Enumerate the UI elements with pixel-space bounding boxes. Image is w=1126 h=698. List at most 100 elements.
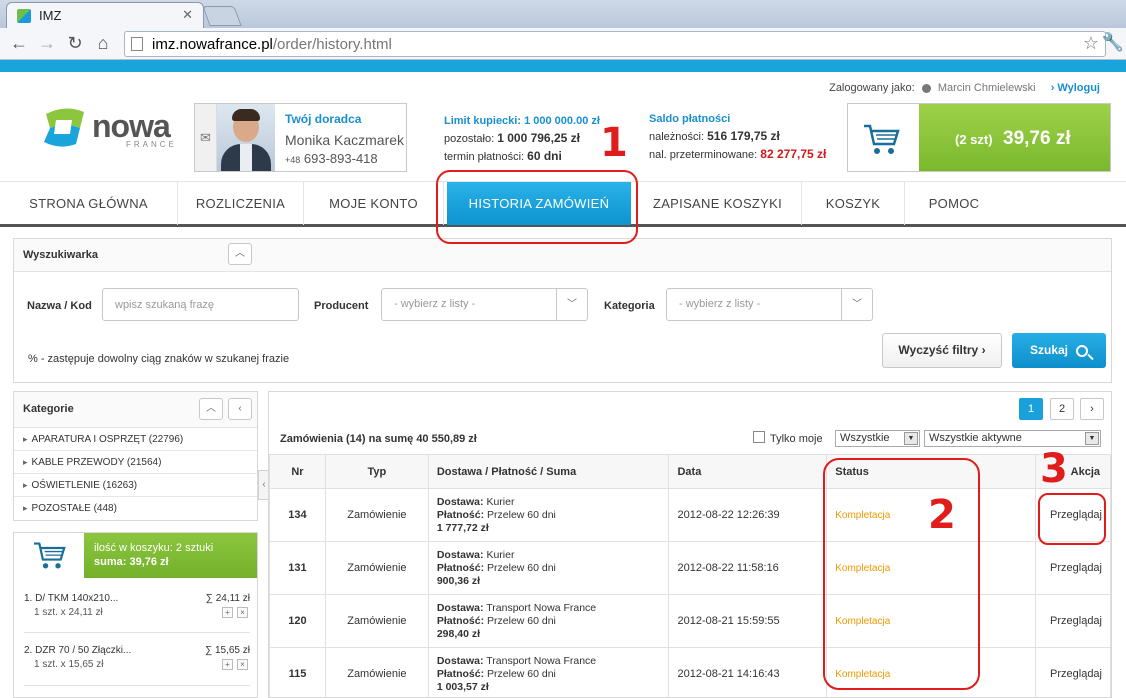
term-value: 60 dni xyxy=(527,149,562,163)
username: Marcin Chmielewski xyxy=(937,82,1036,94)
reload-icon[interactable]: ↻ xyxy=(64,32,86,54)
advisor-phone: +48 693-893-418 xyxy=(285,151,378,166)
order-number: 115 xyxy=(269,647,326,697)
page-icon xyxy=(131,37,143,51)
chevron-down-icon: ﹀ xyxy=(556,289,587,320)
credit-limit-info: Limit kupiecki: 1 000 000.00 zł pozostał… xyxy=(444,113,600,166)
category-item[interactable]: ▸ POZOSTAŁE (448) xyxy=(14,497,257,520)
logout-link[interactable]: › Wyloguj xyxy=(1051,82,1100,94)
search-button[interactable]: Szukaj xyxy=(1012,333,1106,368)
divider xyxy=(24,685,250,686)
category-item[interactable]: ▸ OŚWIETLENIE (16263) xyxy=(14,474,257,497)
categories-title: Kategorie xyxy=(23,403,74,415)
cart-line-item: 2. DZR 70 / 50 Złączki... ∑ 15,65 zł 1 s… xyxy=(24,645,250,670)
user-info: Zalogowany jako: Marcin Chmielewski › Wy… xyxy=(829,82,1100,94)
edit-item-icon[interactable]: + xyxy=(222,607,233,618)
limit-title: Limit kupiecki: xyxy=(444,115,522,127)
annotation-box-2 xyxy=(823,458,980,690)
cart-item-name[interactable]: 1. D/ TKM 140x210... xyxy=(24,593,118,604)
advisor-card: ✉ Twój doradca Monika Kaczmarek +48 693-… xyxy=(194,103,407,172)
column-header[interactable]: Data xyxy=(668,454,828,489)
mail-icon[interactable]: ✉ xyxy=(195,104,217,171)
edit-item-icon[interactable]: + xyxy=(222,659,233,670)
nav-home[interactable]: STRONA GŁÓWNA xyxy=(0,182,178,225)
categories-panel: Kategorie ︿ ‹ ▸ APARATURA I OSPRZĘT (2279… xyxy=(13,391,270,521)
browser-tab[interactable]: IMZ ✕ xyxy=(6,2,204,28)
collapse-categories-button[interactable]: ︿ xyxy=(199,398,223,420)
cart-item-name[interactable]: 2. DZR 70 / 50 Złączki... xyxy=(24,645,131,656)
order-date: 2012-08-21 15:59:55 xyxy=(668,594,828,648)
header-cart-button[interactable]: (2 szt) 39,76 zł xyxy=(847,103,1111,172)
address-bar[interactable]: imz.nowafrance.pl/order/history.html ☆ xyxy=(124,31,1106,57)
next-page-button[interactable]: › xyxy=(1080,398,1104,420)
nav-cart[interactable]: KOSZYK xyxy=(802,182,905,225)
name-code-label: Nazwa / Kod xyxy=(27,300,92,312)
receivables-label: należności: xyxy=(649,131,705,143)
forward-arrow-icon[interactable]: → xyxy=(36,32,58,54)
cart-item-qty: 1 szt. x 15,65 zł xyxy=(34,659,104,670)
column-header[interactable]: Dostawa / Płatność / Suma xyxy=(427,454,670,489)
order-delivery-payment: Dostawa: Kurier Płatność: Przelew 60 dni 9… xyxy=(427,541,670,595)
remove-item-icon[interactable]: × xyxy=(237,659,248,670)
nav-my-account[interactable]: MOJE KONTO xyxy=(304,182,444,225)
order-date: 2012-08-22 11:58:16 xyxy=(668,541,828,595)
category-select[interactable]: - wybierz z listy - ﹀ xyxy=(666,288,873,321)
table-row[interactable]: 131 Zamówienie Dostawa: Kurier Płatność: … xyxy=(269,541,1111,595)
search-panel: Wyszukiwarka ︿ Nazwa / Kod wpisz szukaną… xyxy=(13,238,1112,383)
table-row[interactable]: 120 Zamówienie Dostawa: Transport Nowa F… xyxy=(269,594,1111,648)
order-type: Zamówienie xyxy=(324,594,429,648)
status-filter-select[interactable]: Wszystkie aktywne ▼ xyxy=(924,430,1101,447)
wrench-menu-icon[interactable]: 🔧 xyxy=(1102,32,1124,53)
overdue-label: nal. przeterminowane: xyxy=(649,149,758,161)
annotation-number-1: 1 xyxy=(600,120,628,166)
collapse-search-button[interactable]: ︿ xyxy=(228,243,252,265)
nav-saved-carts[interactable]: ZAPISANE KOSZYKI xyxy=(634,182,802,225)
clear-filters-button[interactable]: Wyczyść filtry › xyxy=(882,333,1002,368)
user-icon xyxy=(921,83,931,93)
cart-icon xyxy=(34,542,66,569)
cart-total: 39,76 zł xyxy=(1003,128,1071,149)
orders-panel: 1 2 › Zamówienia (14) na sumę 40 550,89 … xyxy=(268,391,1112,698)
only-mine-checkbox[interactable] xyxy=(753,431,765,443)
orders-summary: Zamówienia (14) na sumę 40 550,89 zł xyxy=(280,433,477,445)
table-row[interactable]: 115 Zamówienie Dostawa: Transport Nowa F… xyxy=(269,647,1111,697)
back-arrow-icon[interactable]: ← xyxy=(8,32,30,54)
nav-settlements[interactable]: ROZLICZENIA xyxy=(178,182,304,225)
category-item[interactable]: ▸ APARATURA I OSPRZĘT (22796) xyxy=(14,428,257,451)
search-panel-title: Wyszukiwarka xyxy=(23,249,99,261)
table-row[interactable]: 134 Zamówienie Dostawa: Kurier Płatność: … xyxy=(269,488,1111,542)
search-hint: % - zastępuje dowolny ciąg znaków w szuk… xyxy=(28,353,290,365)
column-header[interactable]: Typ xyxy=(324,454,429,489)
nav-help[interactable]: POMOC xyxy=(905,182,1003,225)
divider xyxy=(24,632,250,633)
close-tab-icon[interactable]: ✕ xyxy=(182,7,193,23)
new-tab-button[interactable] xyxy=(202,6,242,26)
page-2-button[interactable]: 2 xyxy=(1050,398,1074,420)
home-icon[interactable]: ⌂ xyxy=(92,32,114,54)
url-path: /order/history.html xyxy=(272,36,392,53)
name-code-input[interactable]: wpisz szukaną frazę xyxy=(102,288,299,321)
remove-item-icon[interactable]: × xyxy=(237,607,248,618)
category-item[interactable]: ▸ KABLE PRZEWODY (21564) xyxy=(14,451,257,474)
type-filter-select[interactable]: Wszystkie ▼ xyxy=(835,430,920,447)
cart-count: (2 szt) xyxy=(955,132,993,147)
limit-value: 1 000 000.00 zł xyxy=(524,115,600,127)
cart-sum: suma: 39,76 zł xyxy=(94,556,169,568)
chevron-down-icon: ▼ xyxy=(904,432,918,445)
chevron-down-icon: ▼ xyxy=(1085,432,1099,445)
view-order-link[interactable]: Przeglądaj xyxy=(1034,647,1111,697)
cart-quantity: ilość w koszyku: 2 sztuki xyxy=(94,542,214,554)
hide-sidebar-button[interactable]: ‹ xyxy=(228,398,252,420)
column-header[interactable]: Nr xyxy=(269,454,326,489)
cart-icon xyxy=(864,124,900,154)
nowa-france-logo[interactable]: nowa FRANCE xyxy=(42,104,182,150)
page-1-button[interactable]: 1 xyxy=(1019,398,1043,420)
view-order-link[interactable]: Przeglądaj xyxy=(1034,541,1111,595)
remaining-value: 1 000 796,25 zł xyxy=(497,131,580,145)
annotation-number-2: 2 xyxy=(928,492,956,538)
bookmark-star-icon[interactable]: ☆ xyxy=(1083,33,1099,54)
producer-select[interactable]: - wybierz z listy - ﹀ xyxy=(381,288,588,321)
search-icon xyxy=(1076,344,1088,357)
view-order-link[interactable]: Przeglądaj xyxy=(1034,594,1111,648)
logo-sub: FRANCE xyxy=(126,140,177,149)
